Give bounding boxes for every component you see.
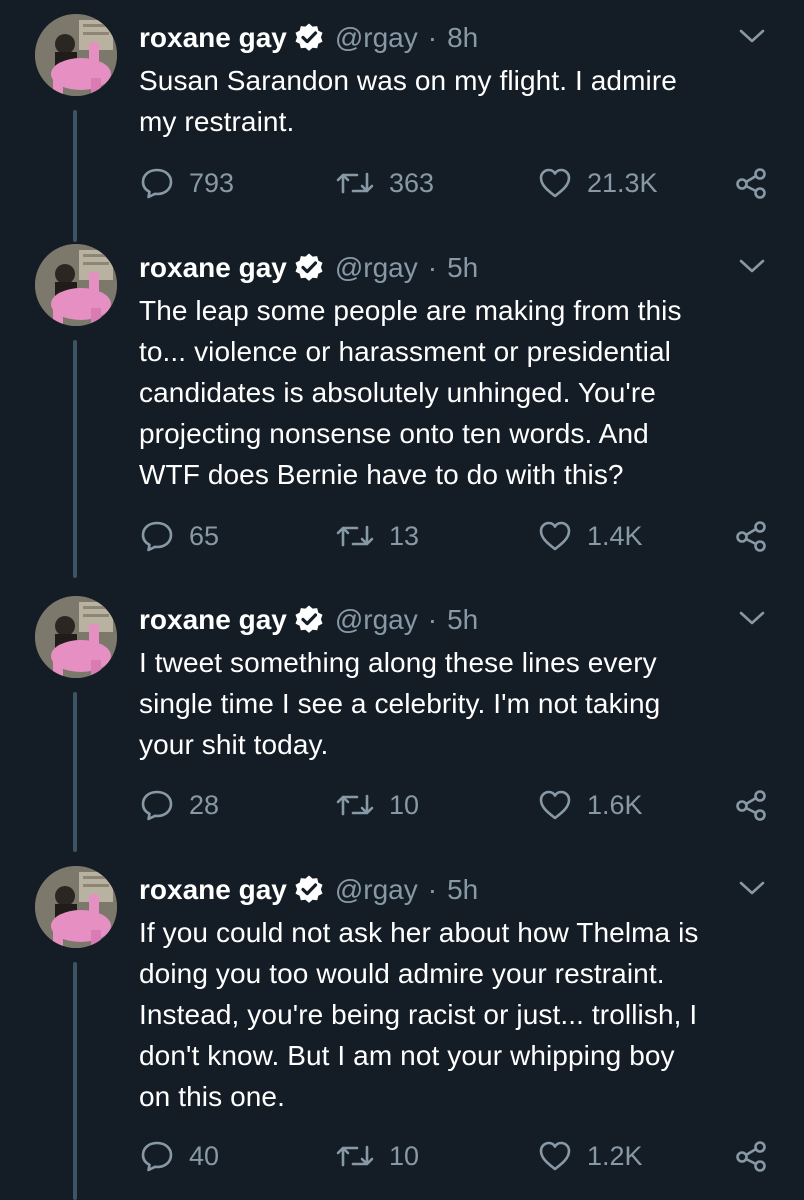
author-handle[interactable]: @rgay [335, 604, 418, 636]
tweet-text: The leap some people are making from thi… [139, 295, 682, 490]
retweet-count: 10 [389, 789, 420, 820]
retweet-button[interactable]: 10 [335, 784, 419, 826]
retweet-button[interactable]: 13 [335, 515, 419, 557]
reply-button[interactable]: 28 [139, 784, 219, 826]
like-button[interactable]: 21.3K [537, 162, 658, 204]
retweet-button[interactable]: 363 [335, 162, 434, 204]
like-button[interactable]: 1.6K [537, 784, 643, 826]
like-button[interactable]: 1.2K [537, 1135, 643, 1177]
thread-connector-line [73, 110, 77, 242]
like-button[interactable]: 1.4K [537, 515, 643, 557]
tweet[interactable]: roxane gay @rgay · 5h I tweet something … [0, 596, 804, 862]
verified-badge-icon [293, 22, 325, 54]
reply-icon [141, 521, 173, 552]
reply-icon [141, 168, 173, 199]
tweet[interactable]: roxane gay @rgay · 5h The leap some peop… [0, 244, 804, 590]
share-button[interactable] [733, 162, 769, 204]
tweet-header: roxane gay @rgay · 5h [139, 600, 478, 640]
author-name[interactable]: roxane gay [139, 22, 287, 54]
thread-connector-line [73, 340, 77, 578]
retweet-icon [336, 1145, 374, 1167]
like-count: 1.4K [587, 520, 643, 551]
share-button[interactable] [733, 515, 769, 557]
verified-badge-icon [293, 252, 325, 284]
separator-dot: · [427, 252, 438, 283]
avatar[interactable] [35, 14, 117, 96]
heart-icon [539, 790, 571, 820]
retweet-icon [336, 525, 374, 547]
thread-connector-line [73, 962, 77, 1200]
avatar[interactable] [35, 866, 117, 948]
reply-button[interactable]: 793 [139, 162, 234, 204]
separator-dot: · [427, 604, 438, 635]
like-count: 1.2K [587, 1140, 643, 1171]
author-name[interactable]: roxane gay [139, 604, 287, 636]
tweet-actions: 40 10 1.2K [139, 1135, 779, 1177]
retweet-icon [336, 172, 374, 194]
tweet-header: roxane gay @rgay · 8h [139, 18, 478, 58]
timestamp[interactable]: 5h [447, 252, 478, 284]
chevron-down-icon[interactable] [738, 878, 766, 898]
share-button[interactable] [733, 784, 769, 826]
avatar[interactable] [35, 596, 117, 678]
tweet-actions: 28 10 1.6K [139, 784, 779, 826]
retweet-button[interactable]: 10 [335, 1135, 419, 1177]
retweet-icon [336, 794, 374, 816]
reply-count: 40 [189, 1140, 220, 1171]
share-icon [736, 168, 766, 199]
verified-badge-icon [293, 874, 325, 906]
tweet[interactable]: roxane gay @rgay · 8h Susan Sarandon was… [0, 14, 804, 254]
author-name[interactable]: roxane gay [139, 252, 287, 284]
timestamp[interactable]: 5h [447, 604, 478, 636]
heart-icon [539, 1141, 571, 1171]
reply-button[interactable]: 40 [139, 1135, 219, 1177]
tweet-header: roxane gay @rgay · 5h [139, 870, 478, 910]
share-button[interactable] [733, 1135, 769, 1177]
heart-icon [539, 521, 571, 551]
reply-count: 65 [189, 520, 220, 551]
tweet-actions: 65 13 1.4K [139, 515, 779, 557]
author-handle[interactable]: @rgay [335, 252, 418, 284]
avatar[interactable] [35, 244, 117, 326]
tweet-thread: roxane gay @rgay · 8h Susan Sarandon was… [0, 0, 804, 1200]
share-icon [736, 521, 766, 552]
chevron-down-icon[interactable] [738, 26, 766, 46]
separator-dot: · [427, 874, 438, 905]
verified-badge-icon [293, 604, 325, 636]
reply-icon [141, 790, 173, 821]
timestamp[interactable]: 5h [447, 874, 478, 906]
tweet[interactable]: roxane gay @rgay · 5h If you could not a… [0, 866, 804, 1200]
author-name[interactable]: roxane gay [139, 874, 287, 906]
reply-count: 28 [189, 789, 220, 820]
chevron-down-icon[interactable] [738, 256, 766, 276]
timestamp[interactable]: 8h [447, 22, 478, 54]
share-icon [736, 790, 766, 821]
author-handle[interactable]: @rgay [335, 874, 418, 906]
tweet-header: roxane gay @rgay · 5h [139, 248, 478, 288]
reply-icon [141, 1141, 173, 1172]
like-count: 1.6K [587, 789, 643, 820]
like-count: 21.3K [587, 167, 658, 198]
chevron-down-icon[interactable] [738, 608, 766, 628]
reply-button[interactable]: 65 [139, 515, 219, 557]
author-handle[interactable]: @rgay [335, 22, 418, 54]
tweet-text: Susan Sarandon was on my flight. I admir… [139, 65, 677, 137]
thread-connector-line [73, 692, 77, 852]
separator-dot: · [427, 22, 438, 53]
retweet-count: 10 [389, 1140, 420, 1171]
tweet-text: I tweet something along these lines ever… [139, 647, 661, 760]
retweet-count: 13 [389, 520, 420, 551]
retweet-count: 363 [389, 167, 435, 198]
share-icon [736, 1141, 766, 1172]
tweet-actions: 793 363 21.3K [139, 162, 779, 204]
reply-count: 793 [189, 167, 235, 198]
tweet-text: If you could not ask her about how Thelm… [139, 917, 699, 1112]
heart-icon [539, 168, 571, 198]
